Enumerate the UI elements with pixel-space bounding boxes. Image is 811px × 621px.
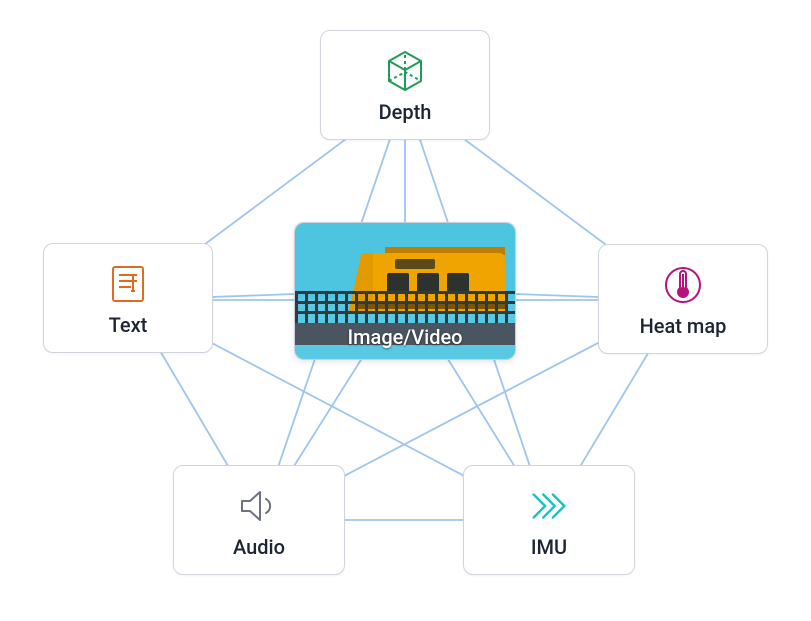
cube-icon [382,48,428,94]
train-image: Image/Video [295,223,515,359]
node-image-video-label: Image/Video [295,325,515,349]
node-heatmap-label: Heat map [640,314,727,338]
node-imu-label: IMU [531,535,567,559]
node-audio: Audio [173,465,345,575]
node-imu: IMU [463,465,635,575]
node-text-label: Text [109,313,148,337]
arrows-icon [526,483,572,529]
text-page-icon [105,261,151,307]
node-image-video: Image/Video [294,222,516,360]
speaker-icon [236,483,282,529]
node-heatmap: Heat map [598,244,768,354]
node-depth-label: Depth [379,100,432,124]
node-text: Text [43,243,213,353]
node-depth: Depth [320,30,490,140]
node-audio-label: Audio [233,535,285,559]
thermometer-icon [660,262,706,308]
